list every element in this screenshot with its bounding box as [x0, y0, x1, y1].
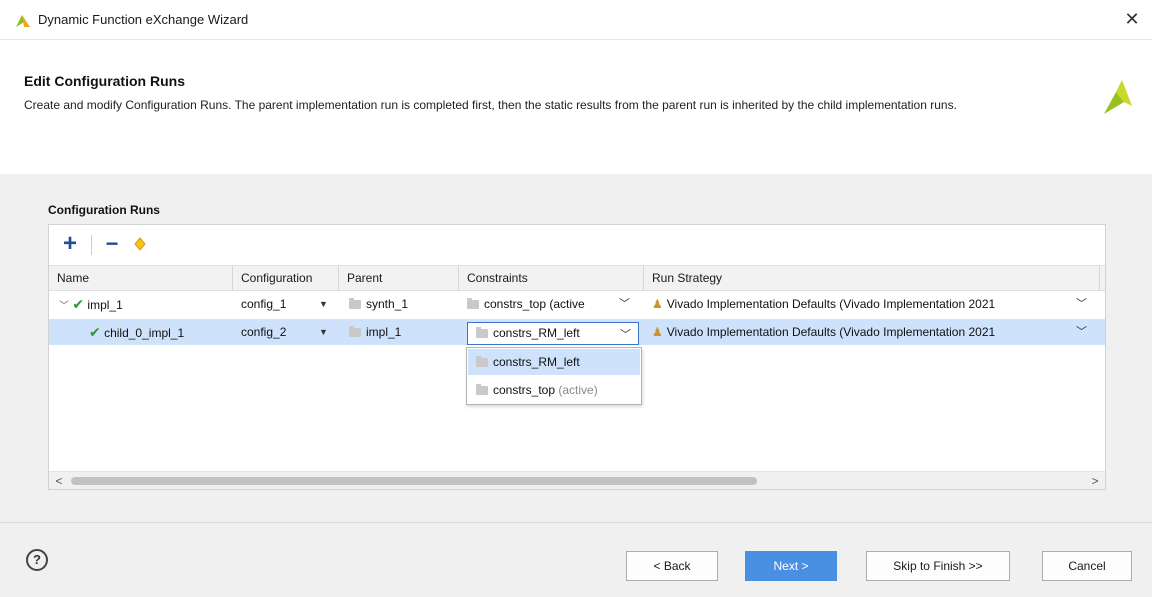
table-row[interactable]: ✔ child_0_impl_1 config_2 ▼ impl_1 const…: [49, 319, 1105, 345]
chevron-down-icon[interactable]: ﹀: [620, 326, 631, 342]
column-header-constraints[interactable]: Constraints: [459, 266, 644, 291]
scroll-right-icon[interactable]: >: [1087, 472, 1103, 490]
run-configuration: config_1: [241, 297, 287, 311]
wizard-footer: ? < Back Next > Skip to Finish >> Cancel: [0, 522, 1152, 597]
column-header-name[interactable]: Name: [49, 266, 233, 291]
run-parent: impl_1: [366, 325, 402, 339]
section-label: Configuration Runs: [48, 203, 160, 217]
run-name: child_0_impl_1: [104, 326, 185, 340]
column-header-run-strategy[interactable]: Run Strategy: [644, 266, 1100, 291]
folder-icon: [476, 356, 488, 367]
run-name: impl_1: [87, 298, 123, 312]
back-button[interactable]: < Back: [626, 551, 718, 581]
chevron-down-icon[interactable]: ﹀: [1076, 291, 1087, 317]
table-toolbar: + −: [49, 225, 1105, 265]
table-row[interactable]: ﹀ ✔ impl_1 config_1 ▼ synth_1 constrs_to…: [49, 291, 1105, 317]
folder-icon: [476, 327, 488, 338]
help-icon[interactable]: ?: [26, 549, 48, 571]
skip-to-finish-button[interactable]: Skip to Finish >>: [866, 551, 1010, 581]
cancel-button[interactable]: Cancel: [1042, 551, 1132, 581]
option-label: constrs_top: [493, 383, 556, 397]
minus-icon[interactable]: −: [101, 233, 123, 255]
option-suffix: (active): [558, 383, 598, 397]
constraints-dropdown-list: constrs_RM_left constrs_top (active): [466, 347, 642, 405]
run-configuration: config_2: [241, 325, 287, 339]
collapse-chevron-icon[interactable]: ﹀: [59, 301, 69, 312]
option-label: constrs_RM_left: [493, 355, 580, 369]
close-icon[interactable]: ✕: [1120, 8, 1144, 32]
folder-icon: [476, 384, 488, 395]
title-bar: Dynamic Function eXchange Wizard ✕: [0, 0, 1152, 40]
window-title: Dynamic Function eXchange Wizard: [38, 12, 249, 27]
dropdown-caret-icon[interactable]: ▼: [319, 319, 328, 345]
run-parent: synth_1: [366, 297, 409, 311]
next-button[interactable]: Next >: [745, 551, 837, 581]
constraints-combo[interactable]: constrs_RM_left ﹀: [467, 322, 639, 345]
dropdown-option[interactable]: constrs_top (active): [468, 377, 640, 403]
table-header: Name Configuration Parent Constraints Ru…: [49, 265, 1105, 291]
column-header-configuration[interactable]: Configuration: [233, 266, 339, 291]
wizard-header: Edit Configuration Runs Create and modif…: [0, 48, 1152, 174]
vivado-app-icon: [16, 15, 30, 27]
page-title: Edit Configuration Runs: [24, 73, 185, 89]
xilinx-logo-icon: [1104, 80, 1132, 114]
page-description: Create and modify Configuration Runs. Th…: [24, 98, 957, 112]
dropdown-option[interactable]: constrs_RM_left: [468, 349, 640, 375]
run-strategy: Vivado Implementation Defaults (Vivado I…: [666, 325, 996, 339]
check-icon: ✔: [89, 324, 101, 340]
horizontal-scrollbar[interactable]: < >: [49, 471, 1105, 489]
folder-icon: [349, 326, 361, 337]
chevron-down-icon[interactable]: ﹀: [619, 291, 630, 317]
chevron-down-icon[interactable]: ﹀: [1076, 319, 1087, 345]
folder-icon: [467, 298, 479, 309]
check-icon: ✔: [72, 296, 85, 312]
run-constraints: constrs_top (active: [484, 297, 585, 311]
strategy-icon: ♟: [652, 325, 663, 339]
column-header-parent[interactable]: Parent: [339, 266, 459, 291]
folder-icon: [349, 298, 361, 309]
scrollbar-thumb[interactable]: [71, 477, 757, 485]
scroll-left-icon[interactable]: <: [51, 472, 67, 490]
plus-icon[interactable]: +: [59, 232, 81, 256]
run-strategy: Vivado Implementation Defaults (Vivado I…: [666, 297, 996, 311]
toolbar-separator: [91, 235, 92, 255]
dropdown-caret-icon[interactable]: ▼: [319, 291, 328, 317]
run-constraints: constrs_RM_left: [493, 326, 580, 340]
diamond-icon[interactable]: [129, 233, 151, 255]
strategy-icon: ♟: [652, 297, 663, 311]
